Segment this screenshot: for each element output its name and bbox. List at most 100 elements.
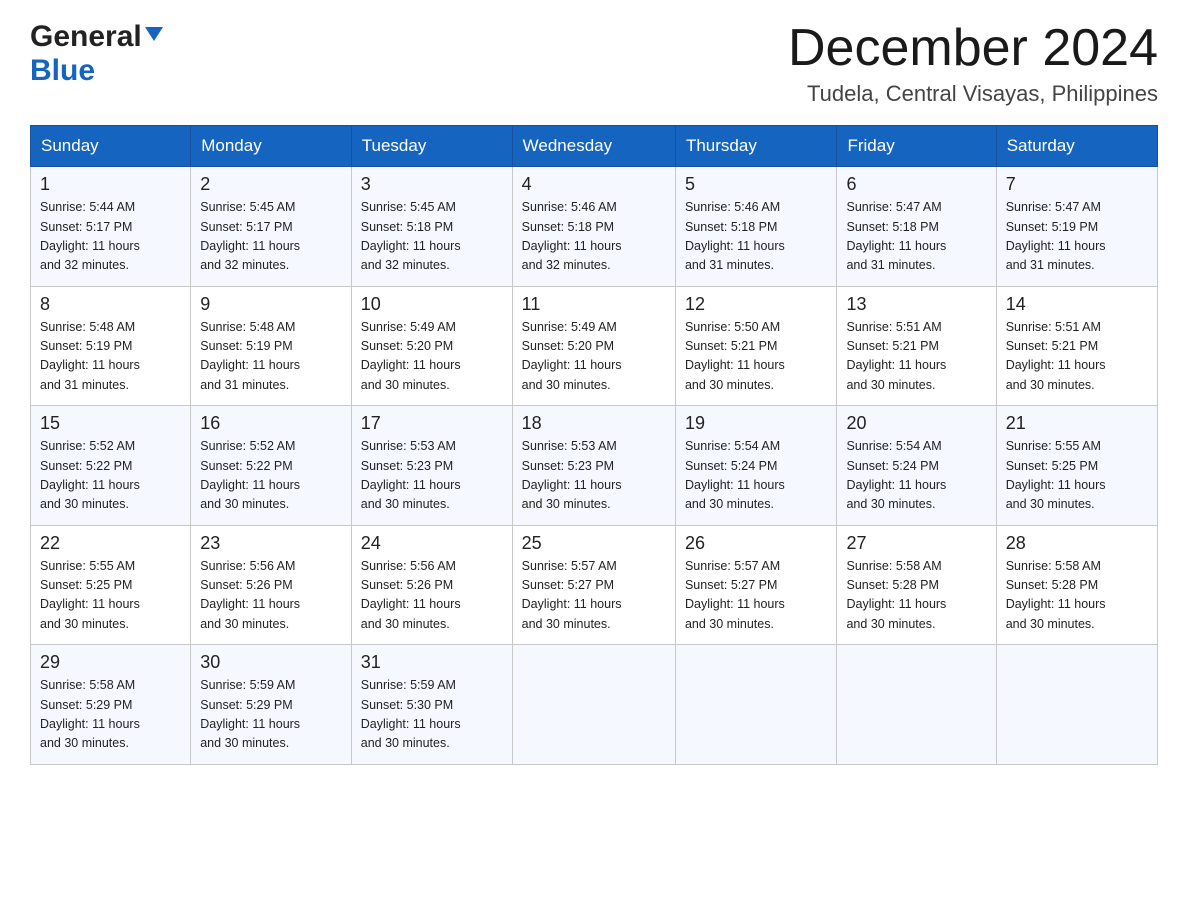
weekday-header-sunday: Sunday: [31, 126, 191, 167]
calendar-week-row: 1 Sunrise: 5:44 AM Sunset: 5:17 PM Daylig…: [31, 167, 1158, 287]
day-info: Sunrise: 5:52 AM Sunset: 5:22 PM Dayligh…: [40, 437, 181, 515]
day-info: Sunrise: 5:59 AM Sunset: 5:29 PM Dayligh…: [200, 676, 342, 754]
day-info: Sunrise: 5:49 AM Sunset: 5:20 PM Dayligh…: [522, 318, 666, 396]
day-number: 30: [200, 652, 342, 673]
calendar-cell: [837, 645, 996, 765]
calendar-cell: 21 Sunrise: 5:55 AM Sunset: 5:25 PM Dayli…: [996, 406, 1157, 526]
day-number: 2: [200, 174, 342, 195]
day-info: Sunrise: 5:55 AM Sunset: 5:25 PM Dayligh…: [1006, 437, 1148, 515]
calendar-cell: 25 Sunrise: 5:57 AM Sunset: 5:27 PM Dayli…: [512, 525, 675, 645]
day-number: 13: [846, 294, 986, 315]
page-header: General Blue December 2024 Tudela, Centr…: [30, 20, 1158, 107]
day-info: Sunrise: 5:47 AM Sunset: 5:18 PM Dayligh…: [846, 198, 986, 276]
day-info: Sunrise: 5:51 AM Sunset: 5:21 PM Dayligh…: [846, 318, 986, 396]
day-info: Sunrise: 5:54 AM Sunset: 5:24 PM Dayligh…: [685, 437, 828, 515]
day-info: Sunrise: 5:55 AM Sunset: 5:25 PM Dayligh…: [40, 557, 181, 635]
day-number: 9: [200, 294, 342, 315]
calendar-cell: 17 Sunrise: 5:53 AM Sunset: 5:23 PM Dayli…: [351, 406, 512, 526]
day-number: 4: [522, 174, 666, 195]
calendar-cell: 20 Sunrise: 5:54 AM Sunset: 5:24 PM Dayli…: [837, 406, 996, 526]
day-info: Sunrise: 5:46 AM Sunset: 5:18 PM Dayligh…: [685, 198, 828, 276]
day-number: 6: [846, 174, 986, 195]
day-number: 26: [685, 533, 828, 554]
day-number: 11: [522, 294, 666, 315]
day-info: Sunrise: 5:58 AM Sunset: 5:28 PM Dayligh…: [1006, 557, 1148, 635]
calendar-cell: 22 Sunrise: 5:55 AM Sunset: 5:25 PM Dayli…: [31, 525, 191, 645]
day-info: Sunrise: 5:45 AM Sunset: 5:17 PM Dayligh…: [200, 198, 342, 276]
day-number: 7: [1006, 174, 1148, 195]
calendar-cell: 3Sunrise: 5:45 AM Sunset: 5:18 PM Daylig…: [351, 167, 512, 287]
day-info: Sunrise: 5:54 AM Sunset: 5:24 PM Dayligh…: [846, 437, 986, 515]
day-info: Sunrise: 5:50 AM Sunset: 5:21 PM Dayligh…: [685, 318, 828, 396]
calendar-week-row: 29 Sunrise: 5:58 AM Sunset: 5:29 PM Dayli…: [31, 645, 1158, 765]
day-number: 17: [361, 413, 503, 434]
calendar-cell: 13 Sunrise: 5:51 AM Sunset: 5:21 PM Dayli…: [837, 286, 996, 406]
weekday-header-saturday: Saturday: [996, 126, 1157, 167]
calendar-cell: 28 Sunrise: 5:58 AM Sunset: 5:28 PM Dayli…: [996, 525, 1157, 645]
day-number: 1: [40, 174, 181, 195]
calendar-week-row: 8Sunrise: 5:48 AM Sunset: 5:19 PM Daylig…: [31, 286, 1158, 406]
calendar-week-row: 22 Sunrise: 5:55 AM Sunset: 5:25 PM Dayli…: [31, 525, 1158, 645]
logo-general-text: General: [30, 20, 142, 54]
day-number: 23: [200, 533, 342, 554]
day-info: Sunrise: 5:48 AM Sunset: 5:19 PM Dayligh…: [40, 318, 181, 396]
calendar-cell: 7Sunrise: 5:47 AM Sunset: 5:19 PM Daylig…: [996, 167, 1157, 287]
day-number: 14: [1006, 294, 1148, 315]
calendar-cell: 30 Sunrise: 5:59 AM Sunset: 5:29 PM Dayli…: [191, 645, 352, 765]
day-number: 10: [361, 294, 503, 315]
weekday-header-wednesday: Wednesday: [512, 126, 675, 167]
weekday-header-row: SundayMondayTuesdayWednesdayThursdayFrid…: [31, 126, 1158, 167]
calendar-cell: 10 Sunrise: 5:49 AM Sunset: 5:20 PM Dayli…: [351, 286, 512, 406]
day-info: Sunrise: 5:58 AM Sunset: 5:28 PM Dayligh…: [846, 557, 986, 635]
day-info: Sunrise: 5:56 AM Sunset: 5:26 PM Dayligh…: [200, 557, 342, 635]
logo: General Blue: [30, 20, 163, 88]
calendar-cell: 4 Sunrise: 5:46 AM Sunset: 5:18 PM Daylig…: [512, 167, 675, 287]
calendar-cell: 6 Sunrise: 5:47 AM Sunset: 5:18 PM Daylig…: [837, 167, 996, 287]
day-number: 12: [685, 294, 828, 315]
day-number: 18: [522, 413, 666, 434]
calendar-cell: 15Sunrise: 5:52 AM Sunset: 5:22 PM Dayli…: [31, 406, 191, 526]
calendar-cell: 12 Sunrise: 5:50 AM Sunset: 5:21 PM Dayli…: [675, 286, 837, 406]
weekday-header-tuesday: Tuesday: [351, 126, 512, 167]
day-info: Sunrise: 5:44 AM Sunset: 5:17 PM Dayligh…: [40, 198, 181, 276]
day-number: 24: [361, 533, 503, 554]
weekday-header-friday: Friday: [837, 126, 996, 167]
calendar-cell: 23 Sunrise: 5:56 AM Sunset: 5:26 PM Dayli…: [191, 525, 352, 645]
day-number: 5: [685, 174, 828, 195]
calendar-cell: [512, 645, 675, 765]
weekday-header-thursday: Thursday: [675, 126, 837, 167]
day-info: Sunrise: 5:48 AM Sunset: 5:19 PM Dayligh…: [200, 318, 342, 396]
calendar-cell: 5 Sunrise: 5:46 AM Sunset: 5:18 PM Daylig…: [675, 167, 837, 287]
day-number: 16: [200, 413, 342, 434]
calendar-cell: 24Sunrise: 5:56 AM Sunset: 5:26 PM Dayli…: [351, 525, 512, 645]
calendar-cell: 27Sunrise: 5:58 AM Sunset: 5:28 PM Dayli…: [837, 525, 996, 645]
day-info: Sunrise: 5:46 AM Sunset: 5:18 PM Dayligh…: [522, 198, 666, 276]
calendar-table: SundayMondayTuesdayWednesdayThursdayFrid…: [30, 125, 1158, 765]
calendar-cell: 18Sunrise: 5:53 AM Sunset: 5:23 PM Dayli…: [512, 406, 675, 526]
day-number: 29: [40, 652, 181, 673]
day-info: Sunrise: 5:49 AM Sunset: 5:20 PM Dayligh…: [361, 318, 503, 396]
calendar-cell: 31 Sunrise: 5:59 AM Sunset: 5:30 PM Dayli…: [351, 645, 512, 765]
day-info: Sunrise: 5:53 AM Sunset: 5:23 PM Dayligh…: [361, 437, 503, 515]
day-number: 25: [522, 533, 666, 554]
day-info: Sunrise: 5:58 AM Sunset: 5:29 PM Dayligh…: [40, 676, 181, 754]
calendar-cell: 11 Sunrise: 5:49 AM Sunset: 5:20 PM Dayli…: [512, 286, 675, 406]
calendar-cell: 19Sunrise: 5:54 AM Sunset: 5:24 PM Dayli…: [675, 406, 837, 526]
day-info: Sunrise: 5:57 AM Sunset: 5:27 PM Dayligh…: [522, 557, 666, 635]
location-title: Tudela, Central Visayas, Philippines: [788, 81, 1158, 107]
day-info: Sunrise: 5:45 AM Sunset: 5:18 PM Dayligh…: [361, 198, 503, 276]
day-number: 20: [846, 413, 986, 434]
logo-blue-text: Blue: [30, 54, 95, 87]
calendar-cell: 9 Sunrise: 5:48 AM Sunset: 5:19 PM Daylig…: [191, 286, 352, 406]
day-info: Sunrise: 5:59 AM Sunset: 5:30 PM Dayligh…: [361, 676, 503, 754]
logo-triangle-icon: [145, 27, 163, 41]
day-number: 21: [1006, 413, 1148, 434]
calendar-cell: 14 Sunrise: 5:51 AM Sunset: 5:21 PM Dayli…: [996, 286, 1157, 406]
calendar-cell: 8Sunrise: 5:48 AM Sunset: 5:19 PM Daylig…: [31, 286, 191, 406]
day-info: Sunrise: 5:57 AM Sunset: 5:27 PM Dayligh…: [685, 557, 828, 635]
day-number: 22: [40, 533, 181, 554]
day-number: 28: [1006, 533, 1148, 554]
calendar-cell: 2 Sunrise: 5:45 AM Sunset: 5:17 PM Daylig…: [191, 167, 352, 287]
day-number: 31: [361, 652, 503, 673]
day-info: Sunrise: 5:51 AM Sunset: 5:21 PM Dayligh…: [1006, 318, 1148, 396]
